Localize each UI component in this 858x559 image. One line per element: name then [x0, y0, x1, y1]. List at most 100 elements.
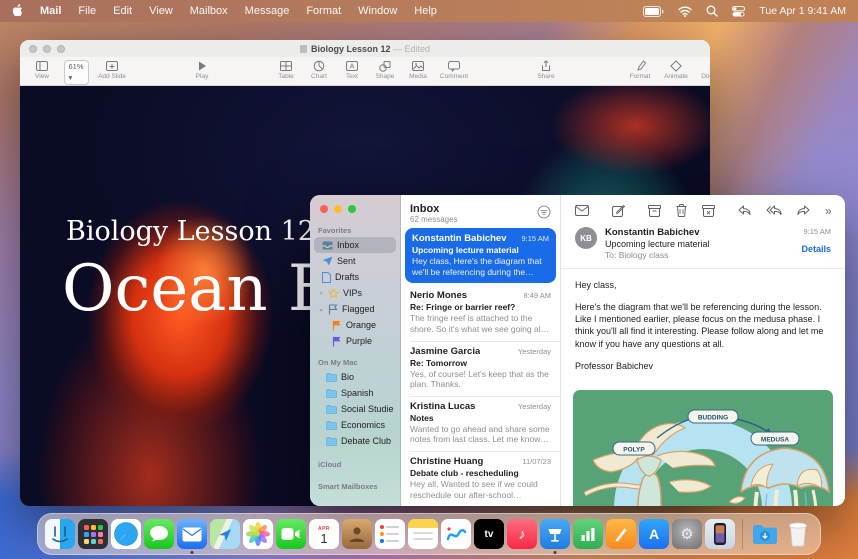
messages-dock-icon[interactable]: [144, 519, 174, 549]
icloud-section-label[interactable]: iCloud: [310, 457, 400, 471]
finder-dock-icon[interactable]: [45, 519, 75, 549]
document-button[interactable]: Document: [704, 60, 710, 80]
sidebar-item-vips[interactable]: › VIPs: [310, 285, 400, 301]
photos-dock-icon[interactable]: [243, 519, 273, 549]
sidebar-item-drafts[interactable]: Drafts: [310, 269, 400, 285]
launchpad-dock-icon[interactable]: [78, 519, 108, 549]
share-button[interactable]: Share: [534, 60, 558, 80]
comment-button[interactable]: Comment: [442, 60, 466, 80]
menu-edit[interactable]: Edit: [113, 5, 132, 17]
sidebar-item-inbox[interactable]: Inbox: [314, 237, 396, 253]
svg-text:BUDDING: BUDDING: [698, 414, 728, 421]
message-subject: Upcoming lecture material: [605, 239, 795, 249]
message-row[interactable]: Kristina LucasYesterday Notes Wanted to …: [401, 396, 560, 451]
chevron-right-icon[interactable]: ›: [318, 290, 324, 297]
spotlight-search-icon[interactable]: [706, 5, 718, 17]
music-dock-icon[interactable]: ♪: [507, 519, 537, 549]
archive-icon[interactable]: [648, 205, 661, 217]
text-button[interactable]: A Text: [340, 60, 364, 80]
contacts-dock-icon[interactable]: [342, 519, 372, 549]
keynote-toolbar: View 61% ▾ Zoom Add Slide Play Table Cha…: [20, 57, 710, 86]
add-slide-button[interactable]: Add Slide: [100, 60, 124, 80]
folder-icon: [326, 389, 337, 398]
trash-icon[interactable]: [676, 204, 687, 217]
wifi-icon[interactable]: [678, 6, 692, 17]
media-button[interactable]: Media: [406, 60, 430, 80]
sidebar-folder-bio[interactable]: Bio: [310, 369, 400, 385]
slide-kicker-text[interactable]: Biology Lesson 12: [66, 216, 315, 247]
dock: APR 1 tv ♪ A ⚙: [37, 513, 821, 555]
smart-mailboxes-section-label[interactable]: Smart Mailboxes: [310, 479, 400, 493]
sidebar-folder-debate-club[interactable]: Debate Club: [310, 433, 400, 449]
mail-dock-icon[interactable]: [177, 519, 207, 549]
pages-dock-icon[interactable]: [606, 519, 636, 549]
freeform-dock-icon[interactable]: [441, 519, 471, 549]
sidebar-item-sent[interactable]: Sent: [310, 253, 400, 269]
chevron-open-icon[interactable]: ⌄: [318, 305, 324, 313]
keynote-titlebar[interactable]: Biology Lesson 12 — Edited: [20, 40, 710, 57]
control-center-icon[interactable]: [732, 6, 745, 17]
shape-button[interactable]: Shape: [373, 60, 397, 80]
message-row[interactable]: Christine Huang11/07/23 Debate club - re…: [401, 451, 560, 506]
svg-text:A: A: [350, 64, 355, 71]
iphone-mirroring-dock-icon[interactable]: [705, 519, 735, 549]
sidebar-item-orange-flag[interactable]: Orange: [310, 317, 400, 333]
filter-icon[interactable]: [537, 205, 551, 224]
table-button[interactable]: Table: [274, 60, 298, 80]
document-proxy-icon: [300, 45, 307, 53]
menu-help[interactable]: Help: [414, 5, 437, 17]
app-store-dock-icon[interactable]: A: [639, 519, 669, 549]
menu-message[interactable]: Message: [245, 5, 290, 17]
sidebar-folder-social-studies[interactable]: Social Studies: [310, 401, 400, 417]
notes-dock-icon[interactable]: [408, 519, 438, 549]
chart-button[interactable]: Chart: [307, 60, 331, 80]
message-row-selected[interactable]: Konstantin Babichev9:15 AM Upcoming lect…: [405, 228, 556, 283]
compose-icon[interactable]: [612, 205, 625, 217]
battery-icon[interactable]: [643, 6, 664, 17]
orange-flag-icon: [332, 320, 342, 331]
view-button[interactable]: View: [30, 60, 54, 80]
get-mail-icon[interactable]: [575, 205, 589, 216]
zoom-window-icon[interactable]: [348, 205, 356, 213]
message-row[interactable]: Nerio Mones8:49 AM Re: Fringe or barrier…: [401, 285, 560, 340]
junk-icon[interactable]: [702, 205, 715, 217]
reply-icon[interactable]: [738, 205, 751, 216]
more-actions-icon[interactable]: »: [825, 205, 832, 217]
minimize-icon[interactable]: [334, 205, 342, 213]
menu-format[interactable]: Format: [306, 5, 341, 17]
facetime-dock-icon[interactable]: [276, 519, 306, 549]
calendar-dock-icon[interactable]: APR 1: [309, 519, 339, 549]
details-link[interactable]: Details: [801, 244, 831, 254]
reply-all-icon[interactable]: [766, 205, 782, 216]
format-button[interactable]: Format: [628, 60, 652, 80]
sidebar-folder-spanish[interactable]: Spanish: [310, 385, 400, 401]
mail-traffic-lights[interactable]: [320, 205, 400, 213]
trash-dock-icon[interactable]: [783, 519, 813, 549]
downloads-dock-icon[interactable]: [750, 519, 780, 549]
sidebar-item-purple-flag[interactable]: Purple: [310, 333, 400, 349]
reminders-dock-icon[interactable]: [375, 519, 405, 549]
folder-icon: [326, 421, 337, 430]
sidebar-folder-economics[interactable]: Economics: [310, 417, 400, 433]
animate-button[interactable]: Animate: [664, 60, 688, 80]
menu-app-name[interactable]: Mail: [40, 5, 61, 17]
maps-dock-icon[interactable]: [210, 519, 240, 549]
menu-clock[interactable]: Tue Apr 1 9:41 AM: [759, 5, 846, 17]
numbers-dock-icon[interactable]: [573, 519, 603, 549]
menu-window[interactable]: Window: [358, 5, 397, 17]
safari-dock-icon[interactable]: [111, 519, 141, 549]
menu-view[interactable]: View: [149, 5, 173, 17]
menu-file[interactable]: File: [78, 5, 96, 17]
sidebar-item-flagged[interactable]: ⌄ Flagged: [310, 301, 400, 317]
apple-tv-dock-icon[interactable]: tv: [474, 519, 504, 549]
forward-icon[interactable]: [797, 205, 810, 216]
close-icon[interactable]: [320, 205, 328, 213]
message-row[interactable]: Jasmine GarciaYesterday Re: Tomorrow Yes…: [401, 341, 560, 396]
keynote-window-title: Biology Lesson 12 — Edited: [20, 44, 710, 54]
attachment-diagram[interactable]: POLYP BUDDING MEDUSA: [573, 390, 833, 506]
system-settings-dock-icon[interactable]: ⚙: [672, 519, 702, 549]
keynote-dock-icon[interactable]: [540, 519, 570, 549]
apple-menu-icon[interactable]: [12, 4, 23, 19]
menu-mailbox[interactable]: Mailbox: [190, 5, 228, 17]
play-button[interactable]: Play: [190, 60, 214, 80]
